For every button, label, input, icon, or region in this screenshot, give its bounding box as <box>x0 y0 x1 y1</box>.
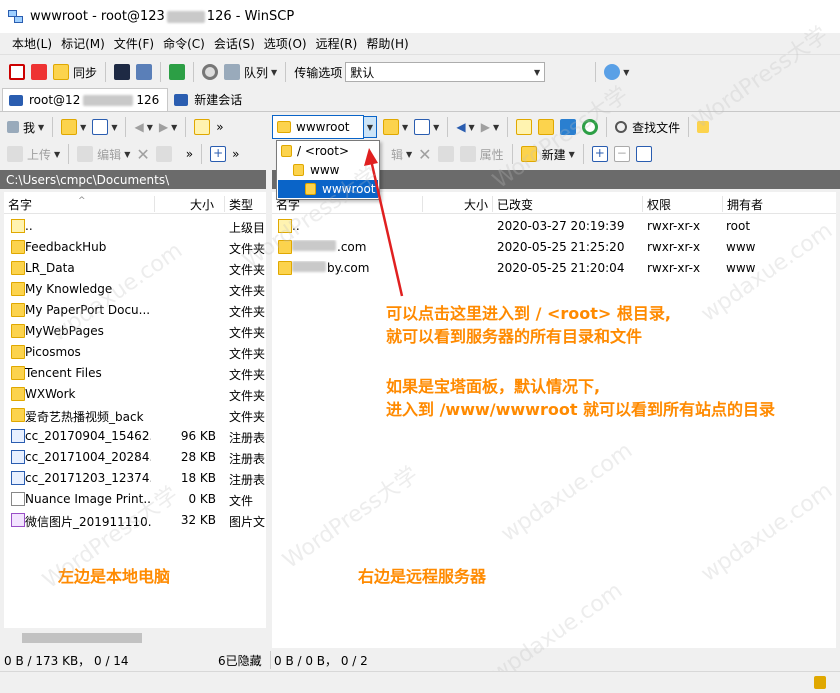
annotation-line-1: 可以点击这里进入到 / <root> 根目录, <box>386 304 671 323</box>
lock-icon <box>814 676 826 689</box>
status-bar: 0 B / 173 KB， 0 / 14 6已隐藏 0 B / 0 B， 0 /… <box>0 649 840 671</box>
local-hidden-count: 6已隐藏 <box>218 653 262 668</box>
annotation-left-label: 左边是本地电脑 <box>58 567 171 586</box>
annotation-line-4: 进入到 /www/wwwroot 就可以看到所有站点的目录 <box>386 400 776 419</box>
annotation-line-3: 如果是宝塔面板，默认情况下, <box>386 377 601 396</box>
bottom-bar <box>0 671 840 693</box>
annotation-right-label: 右边是远程服务器 <box>358 567 487 586</box>
remote-status: 0 B / 0 B， 0 / 2 <box>274 653 368 668</box>
annotation-line-2: 就可以看到服务器的所有目录和文件 <box>386 327 643 346</box>
local-status: 0 B / 173 KB， 0 / 14 <box>4 653 129 668</box>
